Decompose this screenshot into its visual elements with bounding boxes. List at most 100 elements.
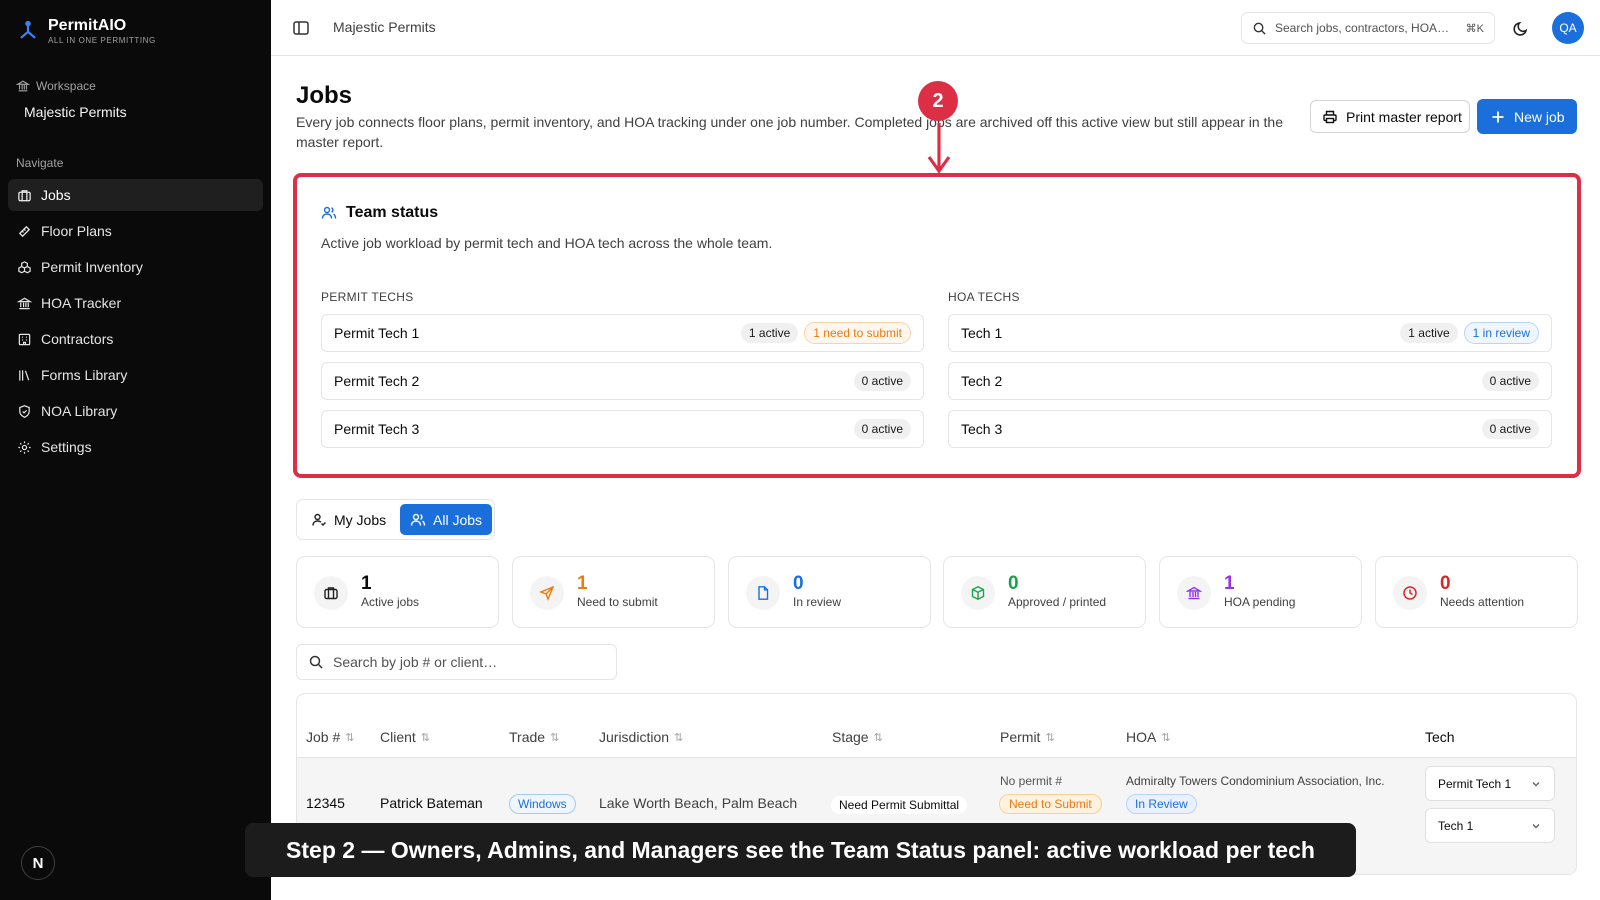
permit-tech-value: Permit Tech 1 bbox=[1438, 776, 1512, 791]
column-header-hoa[interactable]: HOA ⇅ bbox=[1126, 729, 1171, 745]
ruler-icon bbox=[18, 225, 31, 237]
stat-value: 1 bbox=[577, 573, 588, 594]
hoa-tech-value: Tech 1 bbox=[1438, 818, 1474, 833]
search-shortcut: ⌘K bbox=[1465, 22, 1484, 35]
brand-tagline: ALL IN ONE PERMITTING bbox=[48, 36, 156, 45]
stat-label: Needs attention bbox=[1440, 595, 1525, 609]
column-header-trade[interactable]: Trade ⇅ bbox=[509, 729, 559, 745]
search-icon bbox=[1253, 22, 1266, 35]
brand-name: PermitAIO bbox=[48, 17, 127, 34]
stat-value: 0 bbox=[1008, 573, 1019, 594]
client-name: Patrick Bateman bbox=[380, 795, 483, 811]
sort-icon: ⇅ bbox=[873, 731, 883, 744]
sidebar-item-label: Floor Plans bbox=[41, 223, 112, 239]
navigate-label: Navigate bbox=[16, 156, 64, 170]
column-header-jurisdiction[interactable]: Jurisdiction ⇅ bbox=[599, 729, 683, 745]
stat-need-to-submit[interactable]: 1 Need to submit bbox=[512, 556, 715, 628]
logo-icon bbox=[20, 20, 36, 39]
highlight-box bbox=[293, 173, 1581, 478]
user-menu-avatar[interactable]: N bbox=[21, 846, 55, 880]
package-check-icon bbox=[971, 586, 985, 600]
workspace-label-text: Workspace bbox=[36, 79, 96, 93]
account-avatar[interactable]: QA bbox=[1552, 12, 1584, 44]
page-title: Jobs bbox=[296, 82, 353, 109]
gear-icon bbox=[18, 440, 31, 454]
permit-tech-select[interactable]: Permit Tech 1 bbox=[1425, 766, 1555, 801]
stat-approved-printed[interactable]: 0 Approved / printed bbox=[943, 556, 1146, 628]
job-search-input[interactable]: Search by job # or client… bbox=[296, 644, 617, 680]
tab-my-jobs[interactable]: My Jobs bbox=[301, 504, 396, 535]
sidebar-item-label: Jobs bbox=[41, 187, 71, 203]
sort-icon: ⇅ bbox=[420, 731, 431, 744]
column-header-client[interactable]: Client ⇅ bbox=[380, 729, 430, 745]
sidebar-item-label: Contractors bbox=[41, 331, 114, 347]
sidebar: PermitAIO ALL IN ONE PERMITTING Workspac… bbox=[0, 0, 271, 900]
sidebar-nav: Jobs Floor Plans Permit Inventory HOA Tr… bbox=[8, 179, 263, 467]
column-header-job[interactable]: Job # ⇅ bbox=[306, 729, 354, 745]
tab-all-jobs-label: All Jobs bbox=[433, 511, 483, 528]
stat-label: Active jobs bbox=[361, 595, 420, 609]
job-number[interactable]: 12345 bbox=[306, 795, 345, 811]
sidebar-item-floor-plans[interactable]: Floor Plans bbox=[8, 215, 263, 247]
workspace-title: Majestic Permits bbox=[333, 19, 436, 35]
column-header-tech: Tech bbox=[1425, 729, 1455, 745]
sidebar-item-forms-library[interactable]: Forms Library bbox=[8, 359, 263, 391]
sidebar-item-settings[interactable]: Settings bbox=[8, 431, 263, 463]
building-icon bbox=[18, 333, 31, 345]
stat-label: Need to submit bbox=[577, 595, 658, 609]
step-marker: 2 bbox=[918, 81, 958, 121]
sidebar-item-noa-library[interactable]: NOA Library bbox=[8, 395, 263, 427]
column-header-stage[interactable]: Stage ⇅ bbox=[832, 729, 883, 745]
stat-active-jobs[interactable]: 1 Active jobs bbox=[296, 556, 499, 628]
workspace-label: Workspace bbox=[16, 79, 96, 93]
sidebar-item-jobs[interactable]: Jobs bbox=[8, 179, 263, 211]
sort-icon: ⇅ bbox=[674, 731, 684, 744]
shield-icon bbox=[19, 404, 30, 418]
global-search-placeholder: Search jobs, contractors, HOA… bbox=[1275, 21, 1450, 35]
user-check-icon bbox=[312, 513, 326, 526]
jurisdiction: Lake Worth Beach, Palm Beach bbox=[599, 795, 798, 811]
permit-number: No permit # bbox=[1000, 774, 1063, 788]
job-scope-tabs: My Jobs All Jobs bbox=[296, 499, 495, 540]
chevron-down-icon bbox=[1532, 781, 1540, 786]
stat-value: 0 bbox=[793, 573, 804, 594]
moon-icon[interactable] bbox=[1511, 18, 1531, 38]
sidebar-item-contractors[interactable]: Contractors bbox=[8, 323, 263, 355]
clock-icon bbox=[1403, 586, 1417, 600]
stat-value: 1 bbox=[1224, 573, 1235, 594]
sidebar-item-permit-inventory[interactable]: Permit Inventory bbox=[8, 251, 263, 283]
briefcase-icon bbox=[18, 189, 31, 201]
briefcase-icon bbox=[324, 587, 338, 600]
sort-icon: ⇅ bbox=[550, 731, 560, 744]
stage-badge: Need Permit Submittal bbox=[831, 796, 968, 814]
library-icon bbox=[19, 369, 30, 381]
hoa-tech-select[interactable]: Tech 1 bbox=[1425, 808, 1555, 843]
file-icon bbox=[758, 586, 769, 600]
column-header-permit[interactable]: Permit ⇅ bbox=[1000, 729, 1055, 745]
sidebar-item-label: HOA Tracker bbox=[41, 295, 122, 311]
stat-value: 1 bbox=[361, 573, 372, 594]
sidebar-item-label: Forms Library bbox=[41, 367, 128, 383]
chevron-down-icon bbox=[1532, 823, 1540, 828]
permit-status-badge: Need to Submit bbox=[999, 794, 1102, 814]
sort-icon: ⇅ bbox=[1045, 731, 1055, 744]
sort-icon: ⇅ bbox=[345, 731, 355, 744]
print-master-report-label: Print master report bbox=[1346, 108, 1462, 125]
stat-label: In review bbox=[793, 595, 842, 609]
sidebar-item-label: Permit Inventory bbox=[41, 259, 143, 275]
tab-all-jobs[interactable]: All Jobs bbox=[400, 504, 493, 535]
sort-icon: ⇅ bbox=[1161, 731, 1171, 744]
stat-hoa-pending[interactable]: 1 HOA pending bbox=[1159, 556, 1362, 628]
sidebar-toggle-icon[interactable] bbox=[292, 19, 310, 37]
new-job-button[interactable]: New job bbox=[1477, 99, 1577, 134]
print-master-report-button[interactable]: Print master report bbox=[1310, 100, 1470, 133]
brand[interactable]: PermitAIO ALL IN ONE PERMITTING bbox=[17, 17, 156, 45]
global-search[interactable]: Search jobs, contractors, HOA… ⌘K bbox=[1241, 12, 1495, 44]
bank-icon bbox=[17, 297, 32, 309]
stat-in-review[interactable]: 0 In review bbox=[728, 556, 931, 628]
tab-my-jobs-label: My Jobs bbox=[334, 511, 387, 528]
bank-icon bbox=[16, 80, 30, 92]
stat-needs-attention[interactable]: 0 Needs attention bbox=[1375, 556, 1578, 628]
workspace-name[interactable]: Majestic Permits bbox=[24, 104, 127, 120]
sidebar-item-hoa-tracker[interactable]: HOA Tracker bbox=[8, 287, 263, 319]
